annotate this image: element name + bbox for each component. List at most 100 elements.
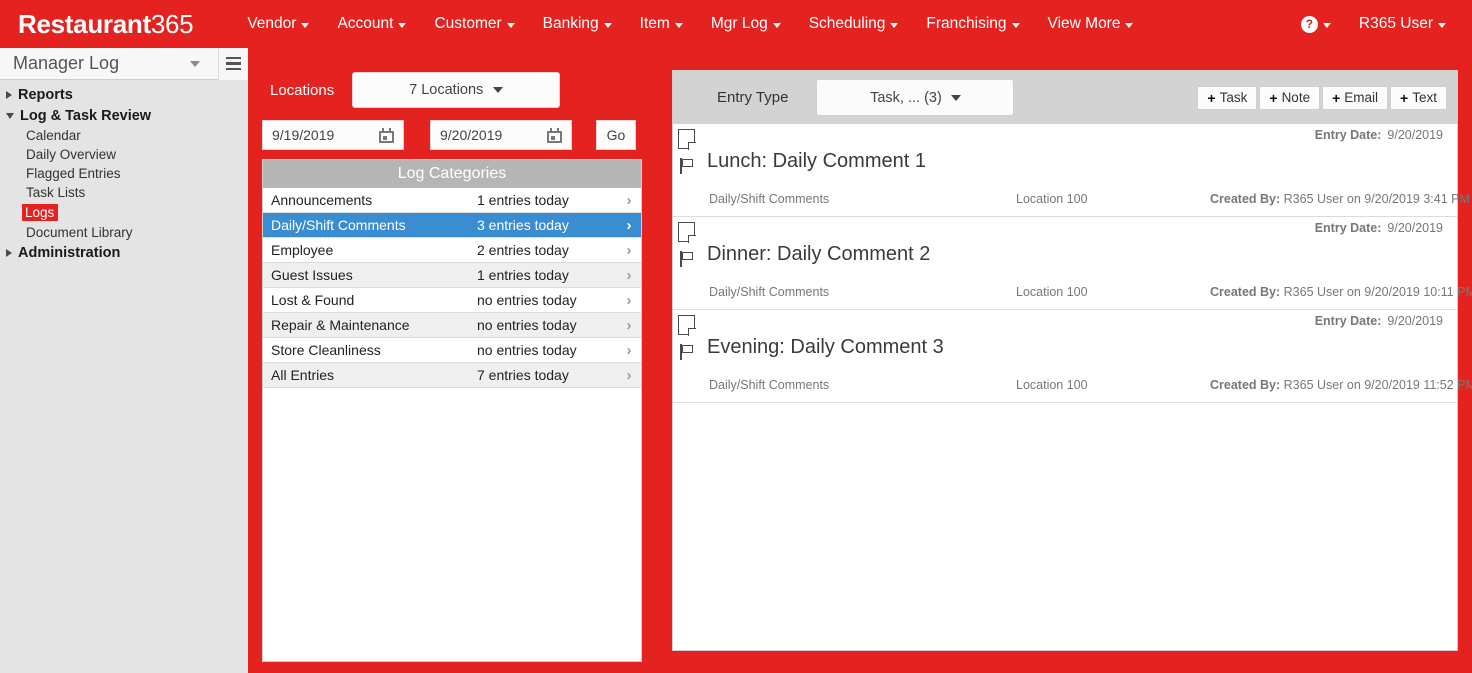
left-sidebar: Manager Log Reports Log & Task Review Cale… — [0, 47, 248, 673]
created-by-label: Created By: — [1210, 378, 1281, 392]
nav-item-mgr-log[interactable]: Mgr Log — [697, 15, 795, 33]
entry-date-value: 9/20/2019 — [1387, 221, 1443, 235]
nav-item-label: Scheduling — [808, 15, 886, 32]
entry-meta: Daily/Shift Comments Location 100 Created … — [673, 378, 1472, 400]
chevron-right-icon[interactable]: › — [617, 267, 641, 284]
help-menu[interactable]: ? — [1287, 15, 1345, 33]
sidebar-item-flagged-entries[interactable]: Flagged Entries — [0, 164, 248, 183]
entry-title[interactable]: Lunch: Daily Comment 1 — [707, 150, 926, 173]
chevron-right-icon[interactable]: › — [617, 292, 641, 309]
entry-location: Location 100 — [1016, 378, 1088, 392]
category-count: 1 entries today — [477, 267, 569, 283]
log-categories-header: Log Categories — [263, 160, 641, 188]
plus-icon: + — [1400, 89, 1409, 106]
chevron-down-icon — [603, 22, 612, 28]
log-categories-list: Log Categories Announcements 1 entries to… — [262, 159, 642, 662]
nav-item-customer[interactable]: Customer — [420, 15, 528, 33]
sidebar-item-calendar[interactable]: Calendar — [0, 126, 248, 145]
entries-panel-header: Entry Type Task, ... (3) + Task + Note + Emai… — [673, 71, 1457, 124]
entry-title[interactable]: Dinner: Daily Comment 2 — [707, 243, 930, 266]
sidebar-group-log-task-review[interactable]: Log & Task Review — [0, 105, 248, 126]
plus-icon: + — [1269, 89, 1278, 106]
entry-date: Entry Date: 9/20/2019 — [1315, 314, 1443, 328]
chevron-right-icon[interactable] — [6, 90, 12, 99]
locations-select[interactable]: 7 Locations — [352, 72, 561, 108]
category-name: Daily/Shift Comments — [271, 217, 406, 233]
nav-item-item[interactable]: Item — [626, 15, 697, 33]
sidebar-item-task-lists[interactable]: Task Lists — [0, 183, 248, 202]
nav-item-banking[interactable]: Banking — [529, 15, 626, 33]
chevron-right-icon[interactable]: › — [617, 217, 641, 234]
entry-title[interactable]: Evening: Daily Comment 3 — [707, 336, 944, 359]
chevron-right-icon[interactable]: › — [617, 192, 641, 209]
category-name: All Entries — [271, 367, 335, 383]
sidebar-item-logs[interactable]: Logs — [0, 202, 248, 223]
start-date-input[interactable]: 9/19/2019 — [262, 120, 404, 150]
chevron-right-icon[interactable]: › — [617, 317, 641, 334]
sidebar-group-reports[interactable]: Reports — [0, 84, 248, 105]
flag-icon[interactable] — [680, 344, 695, 360]
nav-item-label: Mgr Log — [710, 15, 768, 32]
flag-icon[interactable] — [680, 251, 695, 267]
chevron-down-icon — [950, 94, 961, 101]
add-email-button[interactable]: + Email — [1322, 85, 1389, 110]
entry-row[interactable]: Entry Date: 9/20/2019 Lunch: Daily Comment… — [673, 124, 1470, 217]
chevron-down-icon[interactable] — [6, 112, 14, 119]
category-row[interactable]: Daily/Shift Comments 3 entries today › — [263, 213, 641, 238]
note-icon[interactable] — [678, 315, 696, 336]
nav-item-label: Vendor — [247, 15, 297, 32]
category-row[interactable]: Repair & Maintenance no entries today › — [263, 313, 641, 338]
created-by-value: R365 User on 9/20/2019 3:41 PM — [1283, 192, 1470, 206]
nav-item-franchising[interactable]: Franchising — [912, 15, 1033, 33]
add-note-button[interactable]: + Note — [1259, 85, 1321, 110]
entry-row[interactable]: Entry Date: 9/20/2019 Dinner: Daily Commen… — [673, 217, 1472, 310]
user-menu[interactable]: R365 User — [1345, 15, 1460, 33]
category-name: Employee — [271, 242, 334, 258]
nav-item-label: Banking — [542, 15, 599, 32]
chevron-right-icon[interactable]: › — [617, 342, 641, 359]
app-logo[interactable]: Restaurant365 — [18, 9, 194, 40]
add-button-label: Text — [1412, 90, 1437, 105]
add-text-button[interactable]: + Text — [1390, 85, 1447, 110]
nav-item-label: Item — [639, 15, 670, 32]
add-task-button[interactable]: + Task — [1197, 85, 1258, 110]
nav-item-view-more[interactable]: View More — [1034, 15, 1148, 33]
entry-date-value: 9/20/2019 — [1387, 128, 1443, 142]
hamburger-menu-icon[interactable] — [218, 47, 248, 80]
entry-date-value: 9/20/2019 — [1387, 314, 1443, 328]
entry-category: Daily/Shift Comments — [709, 285, 830, 299]
note-icon[interactable] — [678, 129, 696, 150]
sidebar-group-administration[interactable]: Administration — [0, 242, 248, 263]
note-icon[interactable] — [678, 222, 696, 243]
sidebar-item-document-library[interactable]: Document Library — [0, 223, 248, 242]
sidebar-item-daily-overview[interactable]: Daily Overview — [0, 145, 248, 164]
category-row[interactable]: All Entries 7 entries today › — [263, 363, 641, 388]
end-date-input[interactable]: 9/20/2019 — [430, 120, 572, 150]
category-row[interactable]: Lost & Found no entries today › — [263, 288, 641, 313]
entry-row[interactable]: Entry Date: 9/20/2019 Evening: Daily Comme… — [673, 310, 1472, 403]
hamburger-line — [226, 62, 241, 65]
entry-location: Location 100 — [1016, 192, 1088, 206]
chevron-down-icon — [506, 22, 515, 28]
sidebar-header[interactable]: Manager Log — [0, 47, 248, 80]
chevron-down-icon[interactable] — [190, 60, 200, 67]
nav-item-scheduling[interactable]: Scheduling — [795, 15, 913, 33]
entry-type-select[interactable]: Task, ... (3) — [816, 79, 1015, 116]
calendar-icon[interactable] — [547, 127, 562, 143]
nav-item-vendor[interactable]: Vendor — [233, 15, 323, 33]
category-row[interactable]: Announcements 1 entries today › — [263, 188, 641, 213]
category-row[interactable]: Guest Issues 1 entries today › — [263, 263, 641, 288]
entry-date-label: Entry Date: — [1314, 128, 1382, 142]
sidebar-item-label: Document Library — [26, 225, 133, 240]
category-row[interactable]: Store Cleanliness no entries today › — [263, 338, 641, 363]
category-row[interactable]: Employee 2 entries today › — [263, 238, 641, 263]
go-button[interactable]: Go — [596, 120, 636, 150]
chevron-right-icon[interactable] — [6, 248, 12, 257]
chevron-right-icon[interactable]: › — [617, 242, 641, 259]
flag-icon[interactable] — [680, 158, 695, 174]
sidebar-item-label: Logs — [22, 204, 59, 221]
chevron-right-icon[interactable]: › — [617, 367, 641, 384]
nav-item-account[interactable]: Account — [323, 15, 420, 33]
calendar-icon[interactable] — [379, 127, 394, 143]
created-by-value: R365 User on 9/20/2019 10:11 PM — [1283, 285, 1472, 299]
